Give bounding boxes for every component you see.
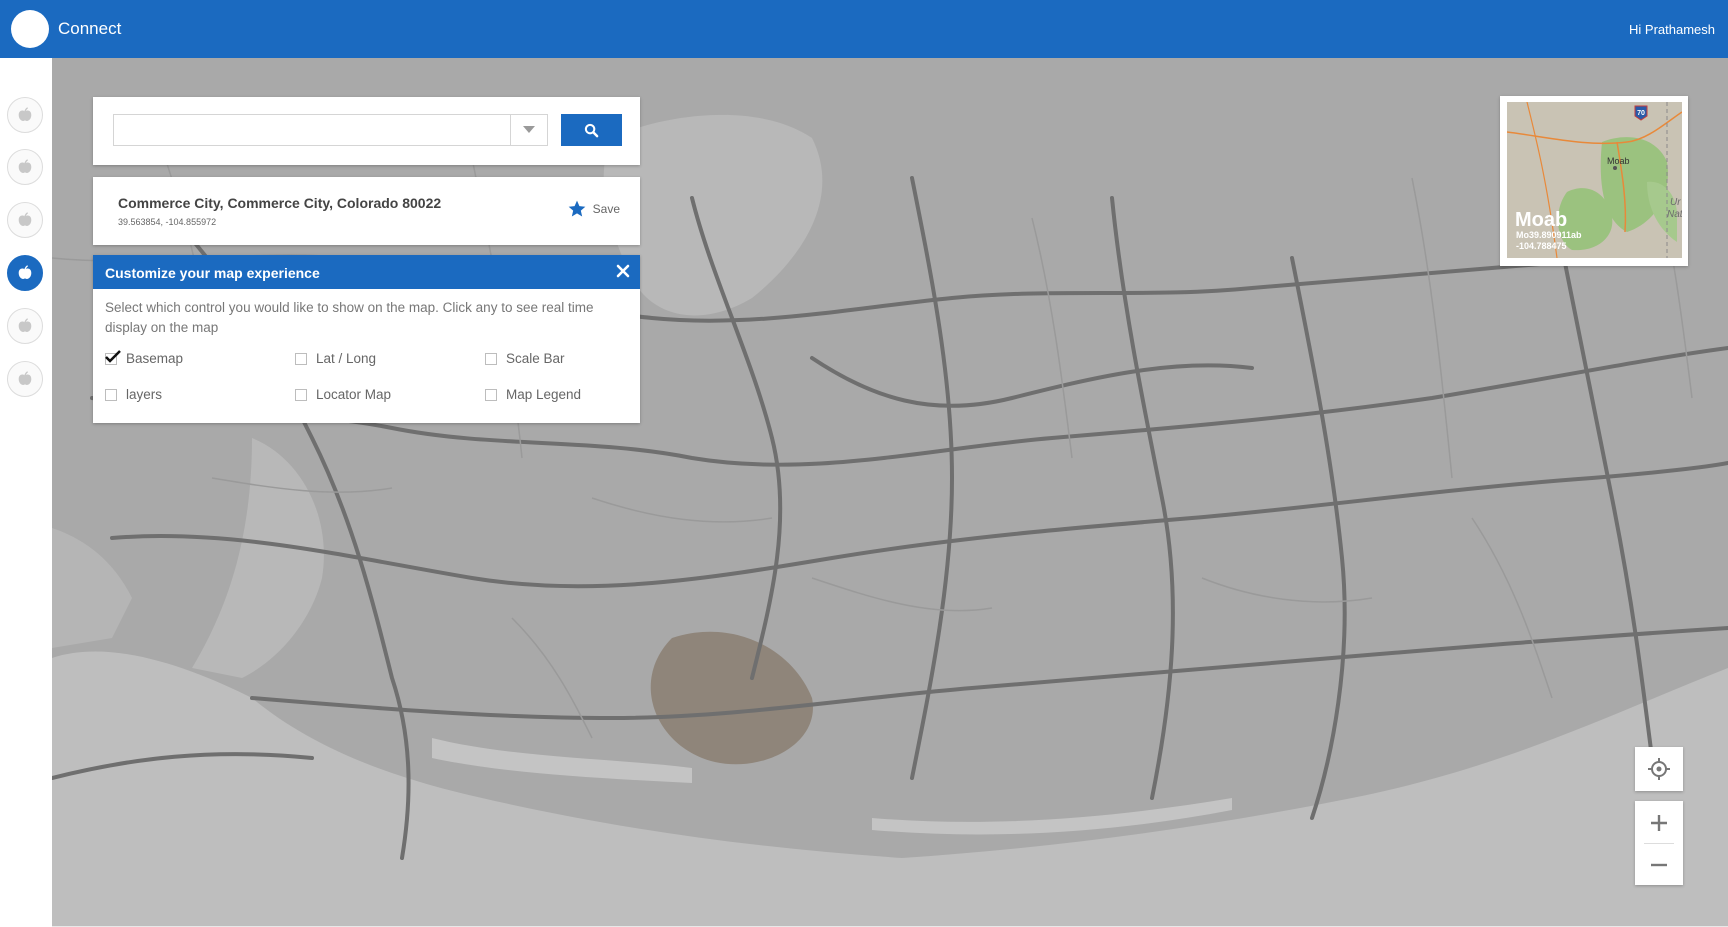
locate-control: [1635, 747, 1683, 791]
option-label: Locator Map: [316, 387, 392, 402]
option-locator-map[interactable]: Locator Map: [295, 387, 391, 402]
apple-icon: [18, 265, 32, 279]
option-label: Lat / Long: [316, 351, 377, 366]
customize-description: Select which control you would like to s…: [105, 300, 594, 335]
sidebar-item-4-active[interactable]: [7, 255, 43, 291]
customize-panel: Customize your map experience Select whi…: [93, 255, 640, 423]
locator-map-image: 70 Moab Ur Nat Moab Mo39.890911ab -104.7…: [1507, 102, 1682, 258]
search-input[interactable]: [113, 114, 511, 146]
checkmark-icon: [105, 349, 121, 363]
search-dropdown-button[interactable]: [510, 114, 548, 146]
top-bar: Connect Hi Prathamesh: [0, 0, 1728, 58]
locator-map-widget[interactable]: 70 Moab Ur Nat Moab Mo39.890911ab -104.7…: [1500, 96, 1688, 266]
apple-icon: [18, 107, 32, 121]
locator-city-label: Moab: [1607, 156, 1630, 166]
highway-shield-label: 70: [1637, 110, 1645, 117]
customize-header: Customize your map experience: [93, 255, 640, 289]
user-greeting[interactable]: Hi Prathamesh: [1629, 22, 1715, 37]
locator-edge-text-2: Nat: [1667, 209, 1682, 220]
locator-edge-text-1: Ur: [1670, 197, 1681, 208]
option-lat-long[interactable]: Lat / Long: [295, 351, 376, 366]
option-map-legend[interactable]: Map Legend: [485, 387, 581, 402]
customize-title: Customize your map experience: [105, 265, 320, 281]
apple-icon: [18, 371, 32, 385]
locator-coord-line-1: Mo39.890911ab: [1516, 230, 1582, 240]
option-basemap[interactable]: Basemap: [105, 349, 184, 366]
checkbox-layers[interactable]: [105, 388, 117, 401]
close-icon[interactable]: [615, 263, 631, 279]
apple-icon: [18, 159, 32, 173]
zoom-out-button[interactable]: [1635, 843, 1683, 886]
search-button[interactable]: [561, 114, 622, 146]
search-icon: [584, 123, 599, 137]
sidebar-item-2[interactable]: [7, 149, 43, 185]
option-label: Scale Bar: [506, 351, 565, 366]
result-address: Commerce City, Commerce City, Colorado 8…: [118, 195, 442, 211]
option-scale-bar[interactable]: Scale Bar: [485, 351, 565, 366]
result-coordinates: 39.563854, -104.855972: [118, 217, 217, 227]
option-label: Map Legend: [506, 387, 582, 402]
locator-place-name: Moab: [1515, 209, 1568, 231]
option-label: Basemap: [126, 351, 184, 366]
sidebar-item-1[interactable]: [7, 97, 43, 133]
minus-icon: [1651, 863, 1667, 866]
search-panel: [93, 97, 640, 165]
locator-coord-line-2: -104.788475: [1516, 241, 1567, 251]
search-result-card[interactable]: Commerce City, Commerce City, Colorado 8…: [93, 177, 640, 245]
checkbox-lat-long[interactable]: [295, 352, 307, 365]
crosshair-icon: [1648, 757, 1670, 780]
locate-button[interactable]: [1635, 747, 1683, 790]
checkbox-basemap[interactable]: [105, 349, 121, 365]
option-layers[interactable]: layers: [105, 387, 162, 402]
checkbox-locator-map[interactable]: [295, 388, 307, 401]
save-button[interactable]: Save: [567, 199, 620, 219]
checkbox-map-legend[interactable]: [485, 388, 497, 401]
sidebar: [0, 58, 52, 927]
zoom-in-button[interactable]: [1635, 801, 1683, 844]
plus-icon: [1651, 814, 1667, 831]
sidebar-item-5[interactable]: [7, 308, 43, 344]
app-title: Connect: [58, 19, 122, 38]
sidebar-item-6[interactable]: [7, 361, 43, 397]
checkbox-scale-bar[interactable]: [485, 352, 497, 365]
star-icon: [568, 200, 585, 217]
app-logo[interactable]: [11, 10, 49, 48]
save-label: Save: [592, 202, 620, 216]
caret-down-icon: [523, 126, 535, 133]
zoom-control: [1635, 801, 1683, 885]
option-label: layers: [126, 387, 163, 402]
sidebar-item-3[interactable]: [7, 202, 43, 238]
apple-icon: [18, 212, 32, 226]
apple-icon: [18, 318, 32, 332]
